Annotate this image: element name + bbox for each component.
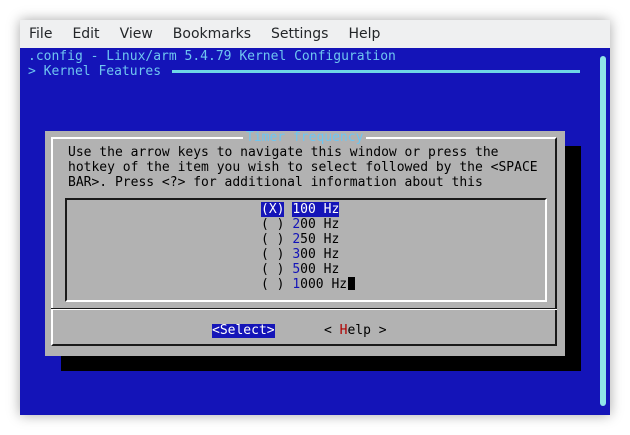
help-line-1: Use the arrow keys to navigate this wind… [68,145,499,160]
terminal-screen[interactable]: .config - Linux/arm 5.4.79 Kernel Config… [20,48,610,415]
option-1000hz[interactable]: ( ) 1000 Hz [261,277,356,292]
menu-settings[interactable]: Settings [261,20,338,48]
option-label: 00 Hz [300,202,340,217]
menu-help[interactable]: Help [338,20,390,48]
help-button-rest: elp > [347,323,387,338]
radio-button[interactable]: ( ) [261,232,284,247]
option-hotkey: 1 [292,277,301,292]
scrollbar-thumb[interactable] [600,56,606,406]
option-250hz[interactable]: ( ) 250 Hz [261,232,339,247]
dialog-title: Timer frequency [243,131,367,144]
option-500hz[interactable]: ( ) 500 Hz [261,262,339,277]
menu-bar: File Edit View Bookmarks Settings Help [20,20,610,48]
menu-edit[interactable]: Edit [62,20,109,48]
option-hotkey: 5 [292,262,301,277]
button-separator [51,308,557,310]
help-button[interactable]: < Help > [324,324,387,338]
select-button[interactable]: <Select> [212,324,275,338]
dialog-help-text: Use the arrow keys to navigate this wind… [68,145,558,190]
menu-view[interactable]: View [110,20,163,48]
option-label: 00 Hz [300,262,340,277]
option-hotkey: 3 [292,247,301,262]
option-label: 50 Hz [300,232,340,247]
radio-button[interactable]: ( ) [261,262,284,277]
option-hotkey: 2 [292,232,301,247]
menu-bookmarks[interactable]: Bookmarks [163,20,261,48]
option-100hz[interactable]: (X) 100 Hz [261,202,340,217]
help-line-3: BAR>. Press <?> for additional informati… [68,175,483,190]
radio-button[interactable]: ( ) [261,277,284,292]
menu-file[interactable]: File [20,20,62,48]
option-300hz[interactable]: ( ) 300 Hz [261,247,339,262]
timer-frequency-dialog: Timer frequency Use the arrow keys to na… [45,131,565,356]
terminal-scrollbar[interactable] [596,48,610,415]
breadcrumb: > Kernel Features [28,64,162,79]
help-button-prefix: < [324,323,340,338]
text-cursor [348,277,356,290]
option-hotkey: 1 [292,202,301,217]
radio-button[interactable]: ( ) [261,247,284,262]
radio-button[interactable]: (X) [261,202,285,217]
help-line-2: hotkey of the item you wish to select fo… [68,160,538,175]
config-title: .config - Linux/arm 5.4.79 Kernel Config… [28,49,396,64]
option-label: 00 Hz [300,217,340,232]
option-label: 000 Hz [300,277,348,292]
breadcrumb-rule [172,70,580,73]
options-list: (X) 100 Hz ( ) 200 Hz ( ) 250 Hz ( ) 300… [65,198,547,302]
radio-button[interactable]: ( ) [261,217,284,232]
option-hotkey: 2 [292,217,301,232]
terminal-window: File Edit View Bookmarks Settings Help .… [20,20,610,415]
option-label: 00 Hz [300,247,340,262]
option-200hz[interactable]: ( ) 200 Hz [261,217,339,232]
